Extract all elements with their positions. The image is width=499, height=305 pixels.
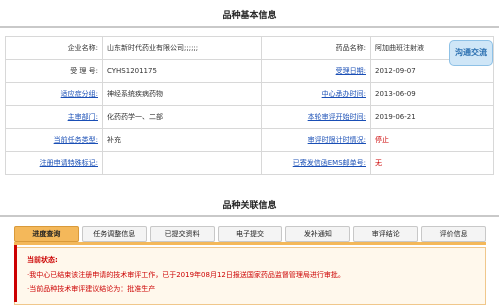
status-line: ·当前品种技术审评建议结论为：批准生产 xyxy=(27,285,156,293)
tab-evaluation[interactable]: 评价信息 xyxy=(421,226,487,242)
time-limit-link[interactable]: 审评时限计时情况: xyxy=(308,136,366,144)
table-row: 企业名称: 山东新时代药业有限公司;;;;;; 药品名称: 阿加曲班注射液 xyxy=(5,36,494,60)
table-row: 主审部门: 化药药学一、二部 本轮审评开始时间: 2019-06-21 xyxy=(5,105,494,129)
indication-group-link[interactable]: 适应症分组: xyxy=(61,90,98,98)
accept-no-label: 受 理 号: xyxy=(5,59,103,83)
related-info-header: 品种关联信息 xyxy=(0,198,499,217)
tab-supplement[interactable]: 发补通知 xyxy=(285,226,351,242)
tab-task-adjust[interactable]: 任务调整信息 xyxy=(81,226,147,242)
company-value: 山东新时代药业有限公司;;;;;; xyxy=(102,36,262,60)
tab-underline xyxy=(14,242,486,245)
task-type-link[interactable]: 当前任务类型: xyxy=(54,136,98,144)
communication-button[interactable]: 沟通交流 xyxy=(449,40,493,66)
review-start-value: 2019-06-21 xyxy=(370,105,494,129)
center-time-value: 2013-06-09 xyxy=(370,82,494,106)
status-panel: 当前状态: ·我中心已结束该注册申请的技术审评工作，已于2019年08月12日报… xyxy=(14,247,486,305)
time-limit-value: 停止 xyxy=(370,128,494,152)
basic-info-table: 企业名称: 山东新时代药业有限公司;;;;;; 药品名称: 阿加曲班注射液 受 … xyxy=(5,36,494,175)
table-row: 当前任务类型: 补充 审评时限计时情况: 停止 xyxy=(5,128,494,152)
indication-group-value: 神经系统疾病药物 xyxy=(102,82,262,106)
review-dept-link[interactable]: 主审部门: xyxy=(68,113,98,121)
related-info-title: 品种关联信息 xyxy=(222,201,277,211)
divider xyxy=(0,215,499,217)
review-start-link[interactable]: 本轮审评开始时间: xyxy=(308,113,366,121)
table-row: 受 理 号: CYHS1201175 受理日期: 2012-09-07 xyxy=(5,59,494,83)
special-mark-value xyxy=(102,151,262,175)
tab-submitted[interactable]: 已提交资料 xyxy=(149,226,215,242)
company-label: 企业名称: xyxy=(5,36,103,60)
status-line: ·我中心已结束该注册申请的技术审评工作，已于2019年08月12日报送国家药品监… xyxy=(27,271,345,279)
tab-e-submit[interactable]: 电子提交 xyxy=(217,226,283,242)
accept-no-value: CYHS1201175 xyxy=(102,59,262,83)
task-type-value: 补充 xyxy=(102,128,262,152)
drug-name-label: 药品名称: xyxy=(261,36,371,60)
basic-info-title: 品种基本信息 xyxy=(222,11,277,21)
accept-date-link[interactable]: 受理日期: xyxy=(336,67,366,75)
basic-info-header: 品种基本信息 xyxy=(0,8,499,28)
tab-progress[interactable]: 进度查询 xyxy=(14,226,79,242)
status-title: 当前状态: xyxy=(27,256,58,264)
tab-conclusion[interactable]: 审评结论 xyxy=(353,226,419,242)
table-row: 适应症分组: 神经系统疾病药物 中心承办时间: 2013-06-09 xyxy=(5,82,494,106)
related-tabs: 进度查询 任务调整信息 已提交资料 电子提交 发补通知 审评结论 评价信息 xyxy=(14,226,487,242)
ems-no-value: 无 xyxy=(370,151,494,175)
status-accent xyxy=(14,245,17,302)
special-mark-link[interactable]: 注册申请特殊标记: xyxy=(40,159,98,167)
review-dept-value: 化药药学一、二部 xyxy=(102,105,262,129)
table-row: 注册申请特殊标记: 已寄发信函EMS邮单号: 无 xyxy=(5,151,494,175)
ems-no-link[interactable]: 已寄发信函EMS邮单号: xyxy=(293,159,366,167)
center-time-link[interactable]: 中心承办时间: xyxy=(322,90,366,98)
divider xyxy=(0,26,499,28)
